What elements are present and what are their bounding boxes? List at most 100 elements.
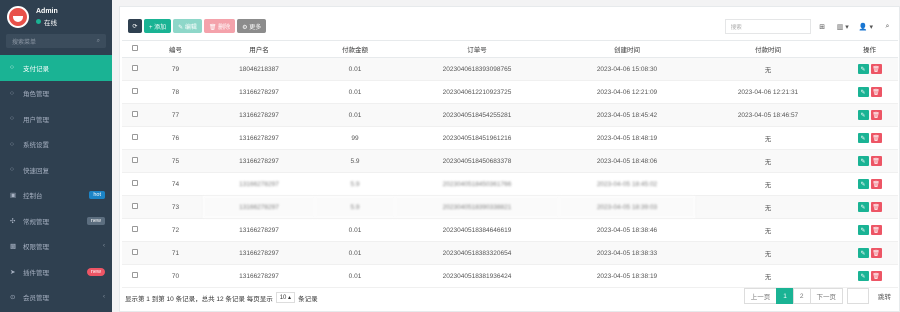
page-1-button[interactable]: 1	[776, 288, 794, 304]
more-button[interactable]: ⚙ 更多	[237, 19, 267, 33]
page-2-button[interactable]: 2	[792, 288, 811, 304]
page-jump-input[interactable]	[847, 288, 869, 304]
row-checkbox[interactable]	[122, 241, 148, 265]
table-row[interactable]: 78 13166278297 0.01 2023040612210923725 2023…	[122, 80, 898, 104]
sidebar-item[interactable]: ○ 支付记录	[0, 55, 112, 81]
refresh-button[interactable]: ⟳	[128, 19, 142, 33]
page-size-select[interactable]: 10 ▴	[275, 292, 296, 303]
sidebar-item[interactable]: ○ 角色管理	[0, 81, 112, 107]
export-icon[interactable]: ⊞	[815, 19, 830, 34]
table-search-input[interactable]: 搜索	[724, 19, 811, 34]
sidebar-item[interactable]: ▣ 控制台 hot	[0, 183, 112, 209]
cell-paid: 2023-04-06 12:21:31	[695, 80, 841, 104]
prev-page-button[interactable]: 上一页	[743, 288, 778, 304]
checkbox-icon[interactable]	[132, 134, 138, 140]
cell-order: 2023040618393098765	[395, 57, 559, 81]
row-checkbox[interactable]	[122, 103, 148, 127]
cell-created: 2023-04-05 18:38:19	[559, 264, 695, 288]
table-row[interactable]: 70 13166278297 0.01 2023040518381936424 2023…	[122, 264, 898, 288]
table-row[interactable]: 79 18046218387 0.01 2023040618393098765 2023…	[122, 57, 898, 81]
checkbox-icon[interactable]	[132, 180, 138, 186]
cell-created: 2023-04-06 15:08:30	[559, 57, 695, 81]
cell-id: 75	[148, 149, 203, 173]
cell-user: 18046218387	[203, 57, 315, 81]
edit-button[interactable]: ✎ 编辑	[173, 19, 202, 33]
user-name: Admin	[36, 7, 58, 15]
avatar[interactable]	[7, 6, 29, 28]
delete-icon[interactable]: 🗑	[870, 133, 882, 143]
delete-icon[interactable]: 🗑	[870, 179, 882, 189]
edit-icon[interactable]: ✎	[857, 87, 869, 97]
delete-icon[interactable]: 🗑	[870, 202, 882, 212]
jump-button[interactable]: 跳转	[872, 288, 897, 304]
sidebar-item-label: 用户管理	[23, 116, 49, 124]
sidebar-item[interactable]: ○ 用户管理	[0, 106, 112, 132]
row-checkbox[interactable]	[122, 57, 148, 81]
user-profile: Admin 在线	[0, 0, 112, 34]
table-row[interactable]: 73 13166278297 5.9 2023040518390338821 2023-…	[122, 195, 898, 219]
delete-button[interactable]: 🗑 删除	[203, 19, 236, 33]
cell-user: 13166278297	[203, 218, 315, 242]
checkbox-icon[interactable]	[132, 226, 138, 232]
delete-icon[interactable]: 🗑	[870, 225, 882, 235]
delete-icon[interactable]: 🗑	[870, 87, 882, 97]
sidebar-item[interactable]: ○ 快速回复	[0, 157, 112, 183]
user-filter-icon[interactable]: 👤 ▾	[856, 19, 876, 34]
row-checkbox[interactable]	[122, 264, 148, 288]
cell-user: 13166278297	[203, 172, 315, 196]
add-button[interactable]: + 添加	[144, 19, 172, 33]
row-actions: ✎ 🗑	[841, 57, 898, 81]
row-checkbox[interactable]	[122, 218, 148, 242]
checkbox-icon[interactable]	[132, 111, 138, 117]
table-row[interactable]: 72 13166278297 0.01 2023040518384646619 2023…	[122, 218, 898, 242]
sidebar-item-label: 角色管理	[23, 91, 49, 99]
edit-icon[interactable]: ✎	[857, 225, 869, 235]
table-row[interactable]: 76 13166278297 99 2023040518451961216 2023-0…	[122, 126, 898, 150]
row-checkbox[interactable]	[122, 149, 148, 173]
cell-created: 2023-04-06 12:21:09	[559, 80, 695, 104]
delete-icon[interactable]: 🗑	[870, 156, 882, 166]
row-checkbox[interactable]	[122, 80, 148, 104]
sidebar-item[interactable]: ✣ 常规管理 new	[0, 208, 112, 234]
checkbox-icon[interactable]	[132, 203, 138, 209]
delete-icon[interactable]: 🗑	[870, 64, 882, 74]
edit-icon[interactable]: ✎	[857, 133, 869, 143]
row-actions: ✎ 🗑	[841, 149, 898, 173]
row-checkbox[interactable]	[122, 126, 148, 150]
columns-icon[interactable]: ▥ ▾	[834, 19, 852, 34]
checkbox-icon[interactable]	[132, 88, 138, 94]
sidebar-item[interactable]: ○ 系统设置	[0, 132, 112, 158]
select-all-checkbox[interactable]	[122, 40, 148, 58]
table-row[interactable]: 71 13166278297 0.01 2023040518383320654 2023…	[122, 241, 898, 265]
table-row[interactable]: 77 13166278297 0.01 2023040518454255281 2023…	[122, 103, 898, 127]
checkbox-icon[interactable]	[132, 272, 138, 278]
cell-created: 2023-04-05 18:39:03	[559, 195, 695, 219]
sidebar-item[interactable]: ⊙ 会员管理 ‹	[0, 285, 112, 311]
delete-icon[interactable]: 🗑	[870, 248, 882, 258]
edit-icon[interactable]: ✎	[857, 156, 869, 166]
delete-icon[interactable]: 🗑	[870, 110, 882, 120]
edit-icon[interactable]: ✎	[857, 110, 869, 120]
delete-icon[interactable]: 🗑	[870, 271, 882, 281]
cell-amount: 5.9	[315, 172, 395, 196]
cell-user: 13166278297	[203, 264, 315, 288]
sidebar-search-input[interactable]: 搜索菜单 ⌕	[6, 34, 106, 48]
next-page-button[interactable]: 下一页	[809, 288, 843, 304]
row-checkbox[interactable]	[122, 172, 148, 196]
edit-icon[interactable]: ✎	[857, 202, 869, 212]
edit-icon[interactable]: ✎	[857, 271, 869, 281]
checkbox-icon[interactable]	[132, 157, 138, 163]
edit-icon[interactable]: ✎	[857, 64, 869, 74]
sidebar-item[interactable]: ➤ 插件管理 new	[0, 259, 112, 285]
row-actions: ✎ 🗑	[841, 195, 898, 219]
edit-icon[interactable]: ✎	[857, 179, 869, 189]
table-row[interactable]: 74 13166278297 5.9 2023040518450361766 2023-…	[122, 172, 898, 196]
table-row[interactable]: 75 13166278297 5.9 2023040518450683378 2023-…	[122, 149, 898, 173]
checkbox-icon[interactable]	[132, 45, 138, 51]
checkbox-icon[interactable]	[132, 65, 138, 71]
checkbox-icon[interactable]	[132, 249, 138, 255]
edit-icon[interactable]: ✎	[857, 248, 869, 258]
row-checkbox[interactable]	[122, 195, 148, 219]
sidebar-item[interactable]: ▩ 权限管理 ‹	[0, 234, 112, 260]
search-icon[interactable]: ⌕	[880, 19, 895, 34]
